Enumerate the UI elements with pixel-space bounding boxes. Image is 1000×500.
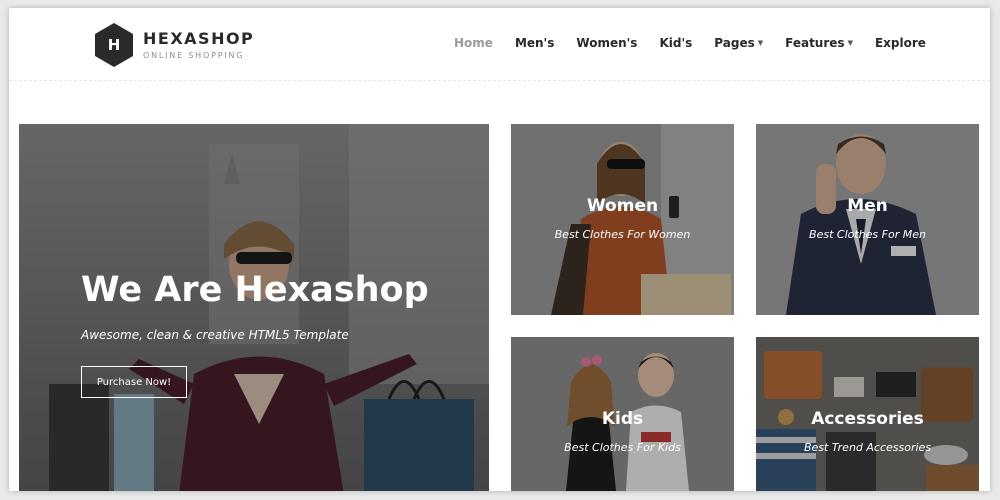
nav-womens[interactable]: Women's — [576, 36, 637, 50]
logo-letter: H — [107, 36, 121, 54]
nav-explore[interactable]: Explore — [875, 36, 926, 50]
nav-kids[interactable]: Kid's — [659, 36, 692, 50]
nav-explore-label: Explore — [874, 36, 926, 50]
nav-home[interactable]: Home — [454, 36, 493, 50]
category-tile-women[interactable]: Women Best Clothes For Women — [511, 124, 734, 315]
women-tile-subtitle: Best Clothes For Women — [554, 228, 691, 241]
chevron-down-icon: ▼ — [757, 39, 764, 47]
kids-tile-title: Kids — [601, 409, 644, 429]
nav-kids-label: Kid's — [659, 36, 693, 50]
men-tile-title: Men — [847, 196, 888, 216]
category-tile-men[interactable]: Men Best Clothes For Men — [756, 124, 979, 315]
nav-mens[interactable]: Men's — [515, 36, 554, 50]
hero-banner: We Are Hexashop Awesome, clean & creativ… — [19, 124, 489, 491]
women-tile-title: Women — [586, 196, 659, 216]
kids-tile-subtitle: Best Clothes For Kids — [564, 441, 681, 454]
hero-subtitle: Awesome, clean & creative HTML5 Template — [81, 328, 349, 342]
category-tile-kids[interactable]: Kids Best Clothes For Kids — [511, 337, 734, 491]
site-header: H HEXASHOP ONLINE SHOPPING Home Men's Wo… — [9, 8, 990, 81]
nav-womens-label: Women's — [576, 36, 638, 50]
nav-features[interactable]: Features ▼ — [785, 36, 853, 50]
chevron-down-icon: ▼ — [847, 39, 853, 47]
category-tile-accessories[interactable]: Accessories Best Trend Accessories — [756, 337, 979, 491]
accessories-tile-subtitle: Best Trend Accessories — [803, 441, 932, 454]
nav-pages[interactable]: Pages ▼ — [714, 36, 763, 50]
browser-frame: H HEXASHOP ONLINE SHOPPING Home Men's Wo… — [9, 8, 990, 491]
men-tile-subtitle: Best Clothes For Men — [809, 228, 926, 241]
brand-name: HEXASHOP — [143, 29, 255, 48]
accessories-tile-title: Accessories — [811, 409, 924, 429]
main-nav: Home Men's Women's Kid's Pages ▼ Feature… — [454, 36, 926, 50]
nav-home-label: Home — [454, 36, 493, 50]
nav-features-label: Features — [785, 36, 845, 50]
men-tile-overlay — [756, 124, 979, 315]
purchase-now-button[interactable]: Purchase Now! — [81, 366, 187, 398]
hero-title: We Are Hexashop — [81, 270, 429, 310]
nav-mens-label: Men's — [514, 36, 555, 50]
brand-tagline: ONLINE SHOPPING — [143, 51, 245, 60]
nav-pages-label: Pages — [714, 36, 755, 50]
women-tile-overlay — [511, 124, 734, 315]
